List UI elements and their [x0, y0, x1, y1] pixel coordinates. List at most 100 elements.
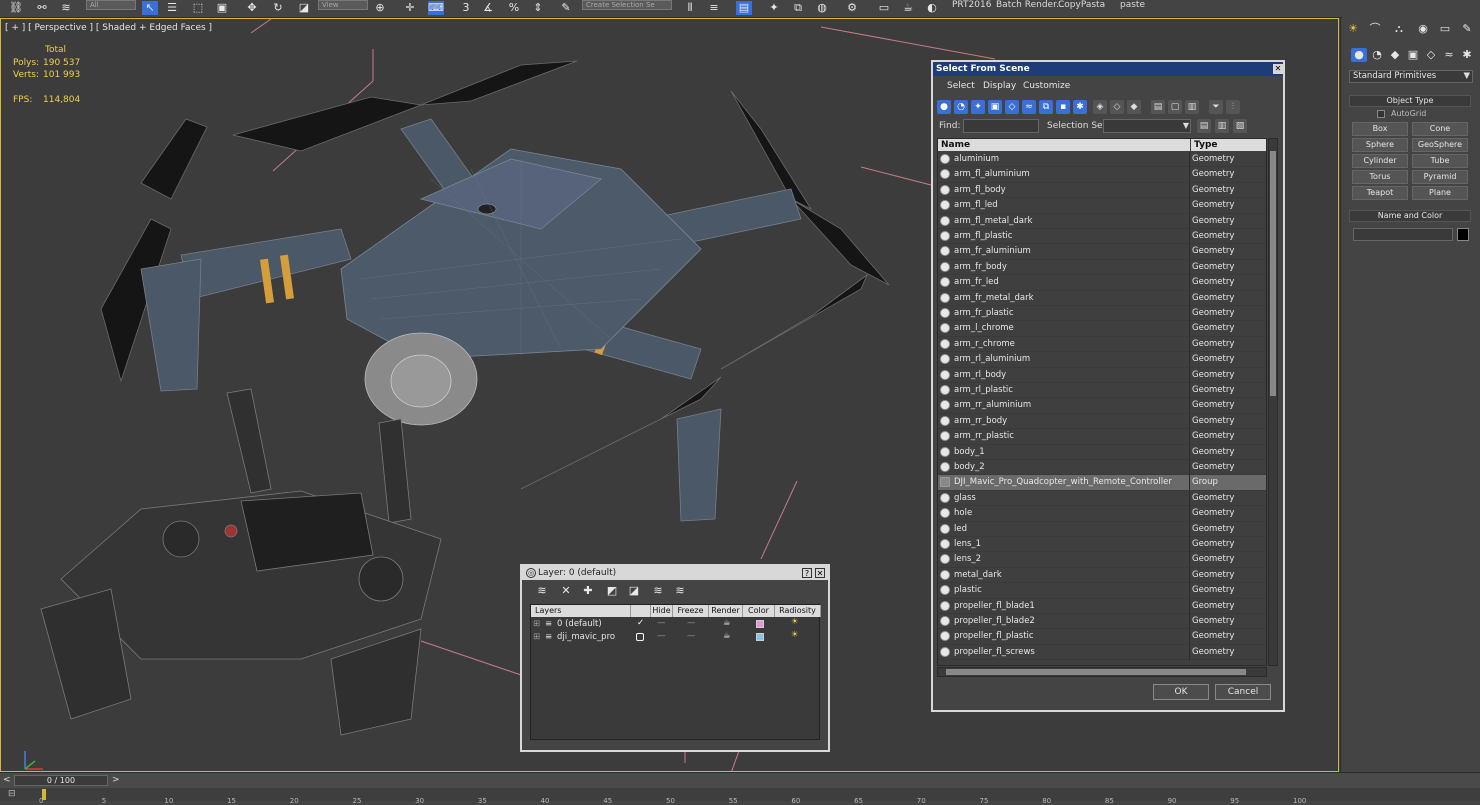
- list-row[interactable]: DJI_Mavic_Pro_Quadcopter_with_Remote_Con…: [938, 475, 1266, 491]
- layer-row-dji-mavic-pro[interactable]: ⊞ ≡ dji_mavic_pro — — ☕ ☀: [531, 630, 821, 644]
- layer-color-swatch[interactable]: [756, 633, 764, 641]
- list-row[interactable]: arm_rr_body Geometry: [938, 413, 1266, 430]
- sun-icon[interactable]: ☀: [1345, 22, 1361, 36]
- ok-button[interactable]: OK: [1153, 684, 1209, 700]
- scrollbar-thumb[interactable]: [1270, 151, 1276, 396]
- column-name[interactable]: Name: [938, 139, 1190, 151]
- layer-name[interactable]: dji_mavic_pro: [557, 632, 615, 642]
- time-slider[interactable]: 0 / 100: [14, 775, 108, 786]
- list-row[interactable]: aluminium Geometry: [938, 152, 1266, 168]
- percent-snap-icon[interactable]: %: [506, 1, 522, 15]
- list-row[interactable]: glass Geometry: [938, 490, 1266, 507]
- highlight-layer-icon[interactable]: ◪: [626, 584, 642, 598]
- display-lights-icon[interactable]: ✦: [971, 100, 985, 114]
- expand-icon[interactable]: ⊞: [533, 632, 540, 642]
- toolbar-label-paste[interactable]: paste: [1120, 0, 1145, 10]
- plane-button[interactable]: Plane: [1412, 186, 1468, 200]
- layer-dialog-title[interactable]: Layer: 0 (default): [522, 566, 828, 580]
- teapot-button[interactable]: Teapot: [1352, 186, 1408, 200]
- list-row[interactable]: arm_fr_led Geometry: [938, 275, 1266, 291]
- freeze-toggle[interactable]: —: [687, 618, 696, 628]
- move-icon[interactable]: ✥: [244, 1, 260, 15]
- select-by-name-icon[interactable]: ☰: [164, 1, 180, 15]
- render-teapot-icon[interactable]: ☕: [723, 631, 731, 641]
- pyramid-button[interactable]: Pyramid: [1412, 170, 1468, 184]
- timeline[interactable]: < 0 / 100 > ⊟ 0 5 10 15 20 25 30 35 40 45 50 55 60 65…: [0, 772, 1480, 805]
- select-object-icon[interactable]: ↖: [142, 1, 158, 15]
- schematic-view-icon[interactable]: ⧉: [790, 1, 806, 15]
- box-button[interactable]: Box: [1352, 122, 1408, 136]
- close-icon[interactable]: ✕: [1273, 64, 1283, 74]
- layer-color-swatch[interactable]: [756, 620, 764, 628]
- viewport-label[interactable]: [ + ] [ Perspective ] [ Shaded + Edged F…: [5, 23, 212, 33]
- next-frame-icon[interactable]: >: [112, 775, 120, 785]
- display-spacewarps-icon[interactable]: ≈: [1022, 100, 1036, 114]
- rotate-icon[interactable]: ↻: [270, 1, 286, 15]
- layer-list[interactable]: Layers Hide Freeze Render Color Radiosit…: [530, 604, 821, 740]
- find-input[interactable]: [963, 119, 1039, 133]
- geosphere-button[interactable]: GeoSphere: [1412, 138, 1468, 152]
- shapes-icon[interactable]: ◔: [1369, 48, 1385, 62]
- systems-icon[interactable]: ✱: [1459, 48, 1475, 62]
- select-none-icon[interactable]: ▢: [1168, 100, 1182, 114]
- rect-selection-icon[interactable]: ⬚: [190, 1, 206, 15]
- list-row[interactable]: arm_fr_plastic Geometry: [938, 306, 1266, 322]
- list-row[interactable]: arm_rl_aluminium Geometry: [938, 352, 1266, 368]
- display-invert-icon[interactable]: ◆: [1127, 100, 1141, 114]
- list-row[interactable]: plastic Geometry: [938, 583, 1266, 599]
- list-row[interactable]: lens_2 Geometry: [938, 552, 1266, 568]
- angle-snap-icon[interactable]: ∡: [480, 1, 496, 15]
- layer-explorer-icon[interactable]: ▤: [736, 1, 752, 15]
- list-row[interactable]: propeller_fl_screws Geometry: [938, 644, 1266, 661]
- display-groups-icon[interactable]: ⧉: [1039, 100, 1053, 114]
- sphere-button[interactable]: Sphere: [1352, 138, 1408, 152]
- list-vertical-scrollbar[interactable]: [1268, 138, 1278, 666]
- expand-icon[interactable]: ⊞: [533, 619, 540, 629]
- list-row[interactable]: lens_1 Geometry: [938, 537, 1266, 553]
- torus-button[interactable]: Torus: [1352, 170, 1408, 184]
- active-checkbox[interactable]: [636, 633, 644, 641]
- edit-named-sets-icon[interactable]: ✎: [558, 1, 574, 15]
- display-cameras-icon[interactable]: ▣: [988, 100, 1002, 114]
- material-editor-icon[interactable]: ◍: [814, 1, 830, 15]
- list-row[interactable]: arm_rl_plastic Geometry: [938, 383, 1266, 399]
- utilities-icon[interactable]: ✎: [1459, 22, 1475, 36]
- list-row[interactable]: hole Geometry: [938, 506, 1266, 522]
- list-row[interactable]: arm_fl_body Geometry: [938, 182, 1266, 199]
- select-in-layer-icon[interactable]: ◩: [604, 584, 620, 598]
- list-row[interactable]: arm_rr_plastic Geometry: [938, 429, 1266, 445]
- object-name-field[interactable]: [1353, 228, 1453, 241]
- radiosity-icon[interactable]: ☀: [791, 630, 799, 640]
- menu-customize[interactable]: Customize: [1023, 81, 1070, 91]
- cylinder-button[interactable]: Cylinder: [1352, 154, 1408, 168]
- bind-space-warp-icon[interactable]: ≋: [58, 1, 74, 15]
- layer-name[interactable]: 0 (default): [557, 619, 602, 629]
- geometry-icon[interactable]: ●: [1351, 48, 1367, 62]
- layer-row-default[interactable]: ⊞ ≡ 0 (default) ✓ — — ☕ ☀: [531, 617, 821, 631]
- toolbar-label-copypasta[interactable]: CopyPasta: [1058, 0, 1105, 10]
- list-row[interactable]: arm_fr_metal_dark Geometry: [938, 290, 1266, 306]
- display-shapes-icon[interactable]: ◔: [954, 100, 968, 114]
- helpers-icon[interactable]: ◇: [1423, 48, 1439, 62]
- tube-button[interactable]: Tube: [1412, 154, 1468, 168]
- name-and-color-rollout[interactable]: Name and Color: [1349, 210, 1471, 222]
- column-freeze[interactable]: Freeze: [673, 605, 709, 617]
- select-all-icon[interactable]: ▤: [1151, 100, 1165, 114]
- track-bar-icon[interactable]: ⊟: [8, 789, 16, 799]
- render-frame-icon[interactable]: ▭: [876, 1, 892, 15]
- prev-frame-icon[interactable]: <: [3, 775, 11, 785]
- display-xrefs-icon[interactable]: ▪: [1056, 100, 1070, 114]
- display-helpers-icon[interactable]: ◇: [1005, 100, 1019, 114]
- curve-editor-icon[interactable]: ✦: [766, 1, 782, 15]
- object-type-rollout[interactable]: Object Type: [1349, 95, 1471, 107]
- list-row[interactable]: body_1 Geometry: [938, 444, 1266, 460]
- select-manipulate-icon[interactable]: ✛: [402, 1, 418, 15]
- add-to-layer-icon[interactable]: ✚: [580, 584, 596, 598]
- delete-layer-icon[interactable]: ✕: [558, 584, 574, 598]
- column-layers[interactable]: Layers: [531, 605, 631, 617]
- keyboard-shortcut-icon[interactable]: ⌨: [428, 1, 444, 15]
- column-color[interactable]: Color: [743, 605, 775, 617]
- list-row[interactable]: body_2 Geometry: [938, 460, 1266, 476]
- render-icon[interactable]: ◐: [924, 1, 940, 15]
- list-row[interactable]: metal_dark Geometry: [938, 567, 1266, 584]
